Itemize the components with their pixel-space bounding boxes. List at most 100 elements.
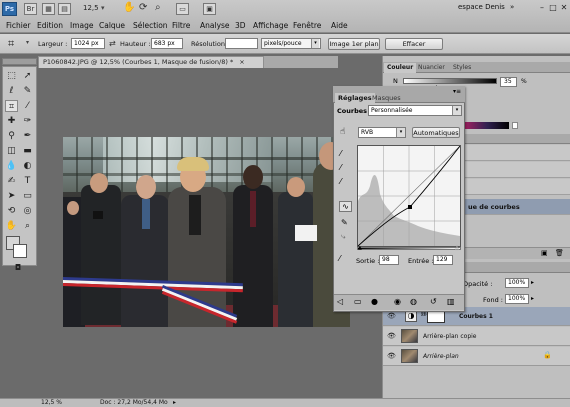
- panel-menu-icon[interactable]: ▾≡: [453, 88, 461, 95]
- view-previous-icon[interactable]: ◍: [410, 297, 417, 306]
- black-input-slider-icon[interactable]: ▲: [358, 245, 362, 251]
- channel-select[interactable]: RVB ▾: [358, 127, 406, 138]
- opacity-field[interactable]: 100%: [505, 278, 529, 288]
- lasso-tool-icon[interactable]: ℓ: [5, 85, 18, 97]
- visibility-eye-icon[interactable]: 👁: [387, 352, 396, 360]
- preset-select[interactable]: Personnalisée ▾: [368, 105, 462, 116]
- black-point-eyedropper-icon[interactable]: ⁄: [340, 149, 341, 158]
- history-item[interactable]: [465, 145, 570, 161]
- auto-button[interactable]: Automatiques: [412, 127, 460, 138]
- expand-view-icon[interactable]: ▭: [354, 297, 362, 306]
- input-field[interactable]: 129: [433, 255, 453, 265]
- menu-calque[interactable]: Calque: [99, 21, 125, 30]
- swap-dimensions-icon[interactable]: ⇄: [109, 39, 116, 48]
- visibility-eye-icon[interactable]: 👁: [387, 332, 396, 340]
- menu-image[interactable]: Image: [70, 21, 94, 30]
- brush-tool-icon[interactable]: ✑: [21, 115, 34, 127]
- 3d-rotate-tool-icon[interactable]: ⟲: [5, 205, 18, 217]
- clip-to-layer-icon[interactable]: ●: [371, 297, 378, 306]
- pencil-curve-icon[interactable]: ✎: [341, 218, 348, 227]
- clone-stamp-tool-icon[interactable]: ⚲: [5, 130, 18, 142]
- menu-3d[interactable]: 3D: [235, 21, 246, 30]
- zoom-level[interactable]: 12,5: [83, 4, 99, 12]
- on-image-adjust-icon[interactable]: ☝: [340, 127, 345, 137]
- document-image[interactable]: [63, 137, 350, 327]
- delete-history-icon[interactable]: 🗑: [555, 249, 564, 257]
- smooth-curve-icon[interactable]: ⤷: [341, 232, 345, 242]
- height-field[interactable]: 683 px: [151, 38, 183, 49]
- history-item[interactable]: [465, 162, 570, 178]
- return-to-list-icon[interactable]: ◁: [337, 297, 343, 306]
- document-tab[interactable]: P1060842.JPG @ 12,5% (Courbes 1, Masque …: [38, 56, 264, 68]
- menu-edition[interactable]: Edition: [37, 21, 63, 30]
- preset-chevron-icon[interactable]: ▾: [26, 39, 29, 46]
- tab-couleur[interactable]: Couleur: [384, 63, 417, 73]
- curve-control-point[interactable]: [408, 205, 412, 209]
- eraser-tool-icon[interactable]: ◫: [5, 145, 18, 157]
- channel-value-field[interactable]: 35: [500, 77, 517, 87]
- resolution-unit-select[interactable]: pixels/pouce ▾: [261, 38, 321, 49]
- gray-point-eyedropper-icon[interactable]: ⁄: [340, 163, 341, 172]
- maximize-icon[interactable]: □: [548, 3, 558, 13]
- front-image-button[interactable]: Image 1er plan: [328, 38, 380, 50]
- color-ramp[interactable]: [465, 122, 509, 129]
- layer-row[interactable]: 👁 Arrière-plan 🔒: [383, 347, 570, 366]
- menu-fichier[interactable]: Fichier: [6, 21, 31, 30]
- tab-styles[interactable]: Styles: [450, 63, 474, 73]
- tab-nuancier[interactable]: Nuancier: [415, 63, 448, 73]
- arrange-documents-icon[interactable]: ▭: [176, 3, 189, 15]
- extras-icon[interactable]: ▤: [58, 3, 71, 15]
- path-select-tool-icon[interactable]: ➤: [5, 190, 18, 202]
- white-point-eyedropper-icon[interactable]: ⁄: [340, 177, 341, 186]
- zoom-tool-panel-icon[interactable]: ⌕: [21, 220, 34, 232]
- gradient-tool-icon[interactable]: ▬: [21, 145, 34, 157]
- menu-filtre[interactable]: Filtre: [172, 21, 190, 30]
- zoom-tool-icon[interactable]: ⌕: [155, 2, 161, 13]
- crop-tool-preset-icon[interactable]: ⌗: [8, 37, 22, 51]
- hand-tool-panel-icon[interactable]: ✋: [5, 220, 18, 232]
- white-input-slider-icon[interactable]: △: [455, 245, 459, 251]
- reset-icon[interactable]: ↺: [430, 297, 437, 306]
- workspace-selector[interactable]: espace Denis »: [458, 3, 532, 15]
- close-window-icon[interactable]: ✕: [559, 3, 569, 13]
- width-field[interactable]: 1024 px: [71, 38, 105, 49]
- 3d-orbit-tool-icon[interactable]: ◎: [21, 205, 34, 217]
- zoom-chevron-icon[interactable]: ▾: [101, 4, 105, 12]
- tab-masques[interactable]: Masques: [369, 93, 404, 103]
- hand-tool-icon[interactable]: ✋: [123, 2, 135, 13]
- eyedropper-tool-icon[interactable]: ⁄: [21, 100, 34, 112]
- layer-row[interactable]: 👁 Arrière-plan copie: [383, 327, 570, 346]
- minimize-icon[interactable]: –: [537, 3, 547, 13]
- marquee-tool-icon[interactable]: ⬚: [5, 70, 18, 82]
- output-field[interactable]: 98: [379, 255, 399, 265]
- menu-aide[interactable]: Aide: [331, 21, 348, 30]
- menu-fenetre[interactable]: Fenêtre: [293, 21, 321, 30]
- menu-selection[interactable]: Sélection: [133, 21, 168, 30]
- background-color-swatch[interactable]: [13, 244, 27, 258]
- opacity-chevron-icon[interactable]: ▸: [531, 279, 534, 286]
- move-tool-icon[interactable]: ➚: [21, 70, 34, 82]
- status-zoom[interactable]: 12,5 %: [41, 399, 62, 407]
- dodge-tool-icon[interactable]: ◐: [21, 160, 34, 172]
- visibility-eye-icon[interactable]: 👁: [387, 312, 396, 320]
- curves-graph[interactable]: [357, 145, 461, 247]
- delete-adjustment-icon[interactable]: ▥: [447, 297, 455, 306]
- curve-point-tool-icon[interactable]: ∿: [339, 201, 352, 212]
- blur-tool-icon[interactable]: 💧: [5, 160, 18, 172]
- screen-mode-icon[interactable]: ▣: [203, 3, 216, 15]
- rotate-view-icon[interactable]: ⟳: [139, 2, 147, 13]
- quick-select-tool-icon[interactable]: ✎: [21, 85, 34, 97]
- tools-panel-header[interactable]: [2, 58, 37, 65]
- white-swatch[interactable]: [512, 122, 518, 129]
- fill-field[interactable]: 100%: [505, 294, 529, 304]
- menu-analyse[interactable]: Analyse: [200, 21, 230, 30]
- new-snapshot-icon[interactable]: ▣: [541, 249, 548, 257]
- black-slider[interactable]: [403, 78, 497, 84]
- fill-chevron-icon[interactable]: ▸: [531, 295, 534, 302]
- sample-eyedropper-icon[interactable]: ⁄: [339, 254, 340, 263]
- toggle-visibility-icon[interactable]: ◉: [394, 297, 401, 306]
- bridge-icon[interactable]: Br: [24, 3, 37, 15]
- clear-button[interactable]: Effacer: [385, 38, 443, 50]
- mini-bridge-icon[interactable]: ▦: [42, 3, 55, 15]
- history-item[interactable]: [465, 179, 570, 195]
